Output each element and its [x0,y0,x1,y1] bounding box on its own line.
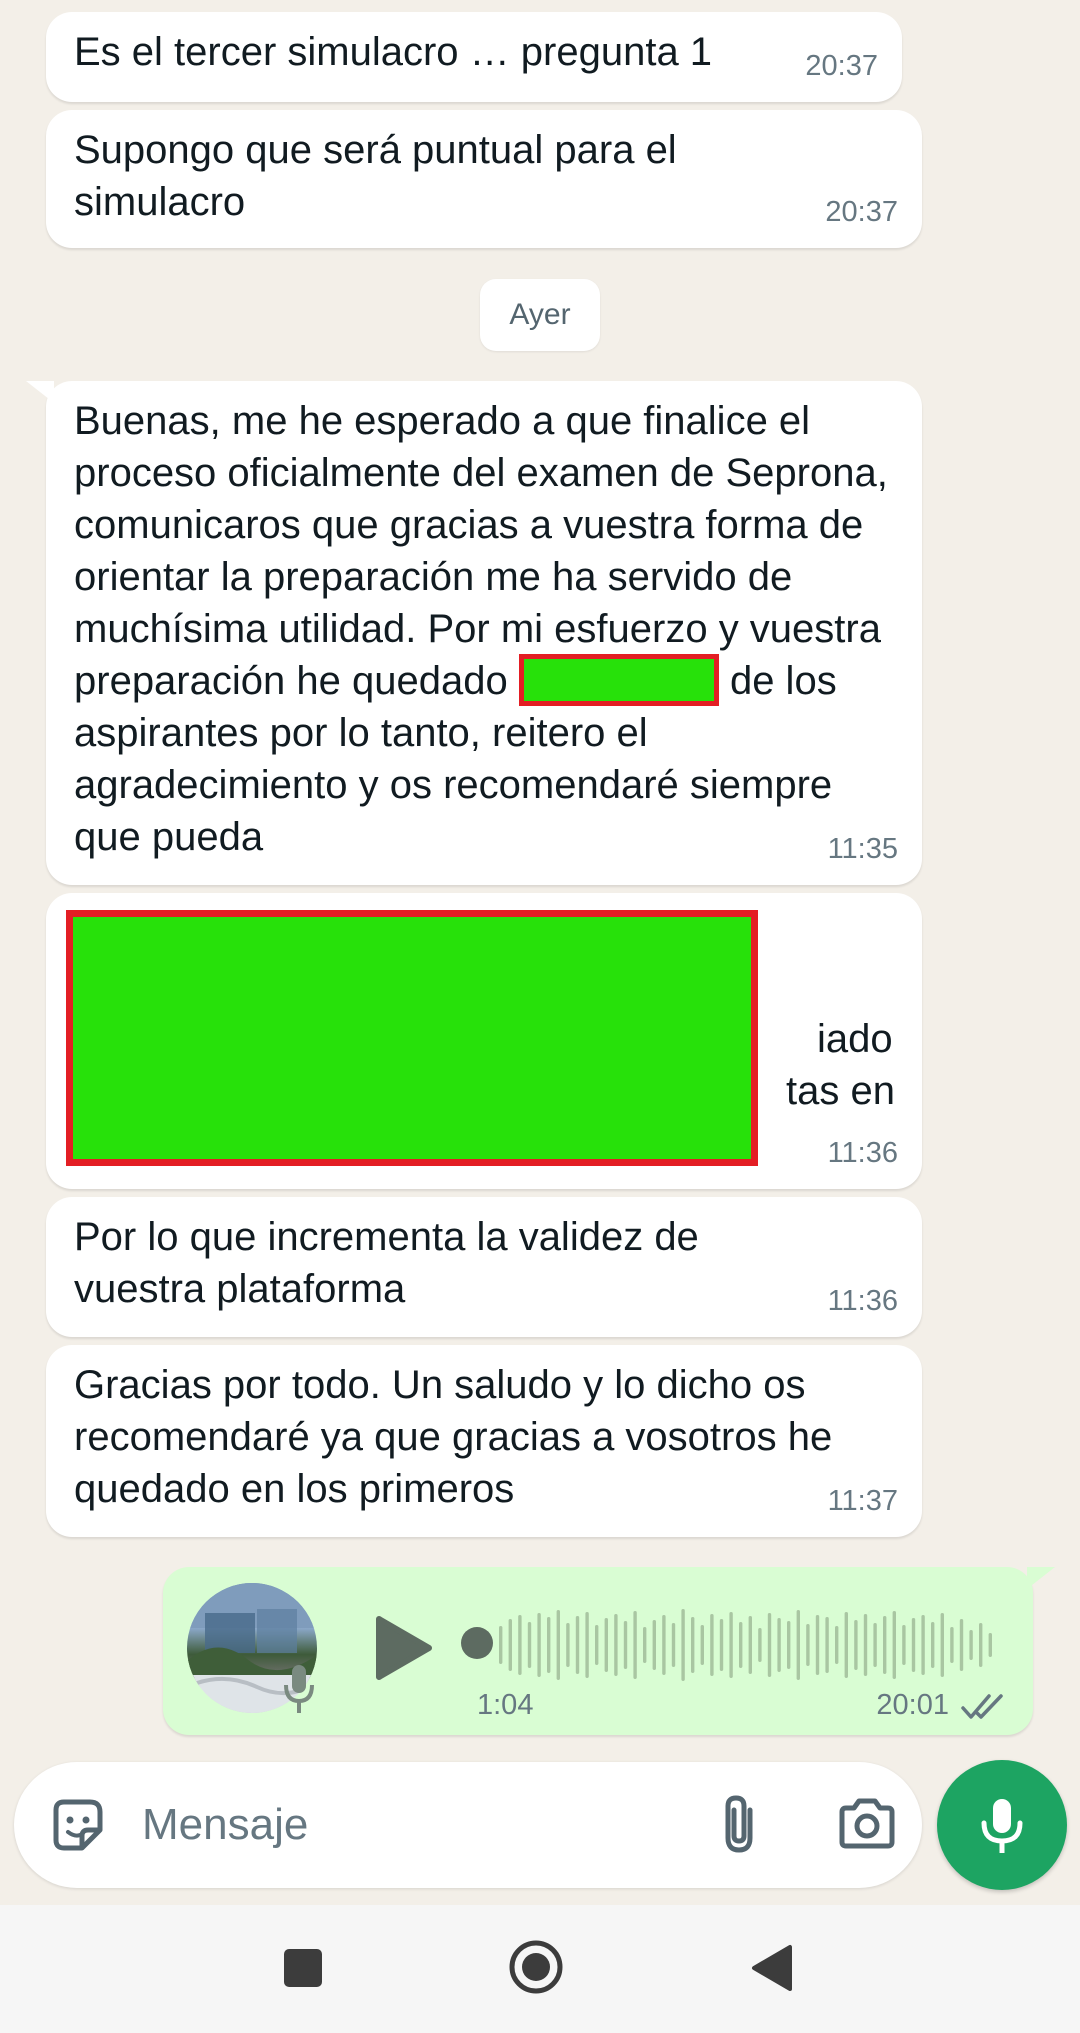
message-time: 20:37 [805,50,878,82]
paperclip-icon[interactable] [714,1792,764,1858]
waveform-bar [662,1615,666,1675]
message-bubble-incoming[interactable]: Supongo que será puntual para el simulac… [46,110,922,248]
waveform-bar [787,1621,791,1669]
home-circle-icon[interactable] [508,1939,564,1995]
message-text: Supongo que será puntual para el simulac… [74,128,677,224]
waveform-bar [585,1612,589,1678]
waveform-bar [566,1623,570,1667]
waveform-bar [681,1609,685,1681]
message-bubble-incoming[interactable]: Buenas, me he esperado a que finalice el… [26,381,922,885]
chat-area: Es el tercer simulacro … pregunta 1 20:3… [0,0,1080,1760]
sticker-icon[interactable] [48,1796,106,1854]
waveform-bar [902,1625,906,1665]
waveform-bar [518,1615,522,1675]
waveform-bar [614,1614,618,1676]
waveform-bar [979,1623,983,1667]
waveform-bar [931,1622,935,1668]
waveform-bar [537,1613,541,1677]
message-text-fragment: iado [817,1017,893,1061]
camera-icon[interactable] [836,1796,898,1852]
message-text: Buenas, me he esperado a que finalice el… [74,399,888,703]
waveform-bar [633,1611,637,1679]
waveform-bar [825,1617,829,1673]
waveform-bar [959,1619,964,1671]
bubble-tail [26,381,54,403]
record-voice-button[interactable] [937,1760,1067,1890]
message-text: Gracias por todo. Un saludo y lo dicho o… [74,1363,833,1511]
waveform-bar [767,1613,772,1677]
audio-waveform[interactable] [499,1607,1009,1683]
microphone-icon [981,1799,1023,1853]
waveform-bar [988,1633,992,1657]
message-time: 11:36 [827,1137,898,1169]
back-triangle-icon[interactable] [748,1943,794,1993]
recents-square-icon[interactable] [282,1947,324,1989]
waveform-bar [911,1618,916,1672]
waveform-bar [595,1625,599,1665]
waveform-bar [921,1615,925,1675]
waveform-bar [527,1622,532,1668]
waveform-bar [652,1620,656,1670]
play-icon[interactable] [373,1615,433,1681]
message-time: 11:37 [827,1485,898,1517]
playback-position-dot[interactable] [461,1627,493,1659]
message-bubble-incoming[interactable]: Por lo que incrementa la validez de vues… [46,1197,922,1337]
redacted-text [518,654,719,707]
waveform-bar [729,1612,733,1678]
voice-duration: 1:04 [477,1689,534,1721]
waveform-bar [556,1610,560,1680]
waveform-bar [719,1619,724,1671]
waveform-bar [873,1623,877,1667]
message-time: 11:36 [827,1285,898,1317]
waveform-bar [748,1616,752,1674]
waveform-bar [643,1627,647,1663]
waveform-bar [815,1615,820,1675]
waveform-bar [844,1612,848,1678]
message-input[interactable] [142,1790,682,1860]
waveform-bar [883,1616,887,1674]
waveform-bar [796,1610,800,1680]
waveform-bar [940,1613,944,1677]
message-composer [14,1762,922,1888]
message-bubble-incoming[interactable]: Es el tercer simulacro … pregunta 1 20:3… [46,12,902,102]
message-time: 20:01 [876,1689,949,1721]
waveform-bar [623,1621,628,1669]
message-text: Es el tercer simulacro … pregunta 1 [74,30,713,74]
waveform-bar [671,1623,676,1667]
date-separator: Ayer [480,279,600,351]
waveform-bar [835,1626,839,1664]
waveform-bar [691,1617,695,1673]
message-time: 11:35 [827,833,898,865]
waveform-bar [604,1618,608,1672]
bubble-tail [1027,1567,1055,1589]
waveform-bar [710,1614,714,1676]
waveform-bar [758,1628,762,1662]
waveform-bar [575,1616,580,1674]
waveform-bar [854,1620,858,1670]
waveform-bar [739,1622,743,1668]
waveform-bar [863,1614,868,1676]
waveform-bar [892,1611,896,1679]
message-time: 20:37 [825,196,898,228]
waveform-bar [700,1625,704,1665]
message-text: Por lo que incrementa la validez de vues… [74,1215,699,1311]
redacted-block [66,910,758,1166]
waveform-bar [806,1624,810,1666]
waveform-bar [969,1630,973,1660]
microphone-icon [284,1665,314,1713]
waveform-bar [499,1626,503,1664]
system-navigation-bar [0,1905,1080,2033]
message-bubble-incoming[interactable]: Gracias por todo. Un saludo y lo dicho o… [46,1345,922,1537]
double-check-icon [961,1694,1003,1719]
waveform-bar [950,1627,954,1663]
waveform-bar [508,1619,512,1671]
message-text-fragment: tas en [786,1069,895,1113]
waveform-bar [777,1618,781,1672]
waveform-bar [547,1617,551,1673]
voice-message-bubble[interactable]: 1:04 20:01 [163,1567,1055,1735]
